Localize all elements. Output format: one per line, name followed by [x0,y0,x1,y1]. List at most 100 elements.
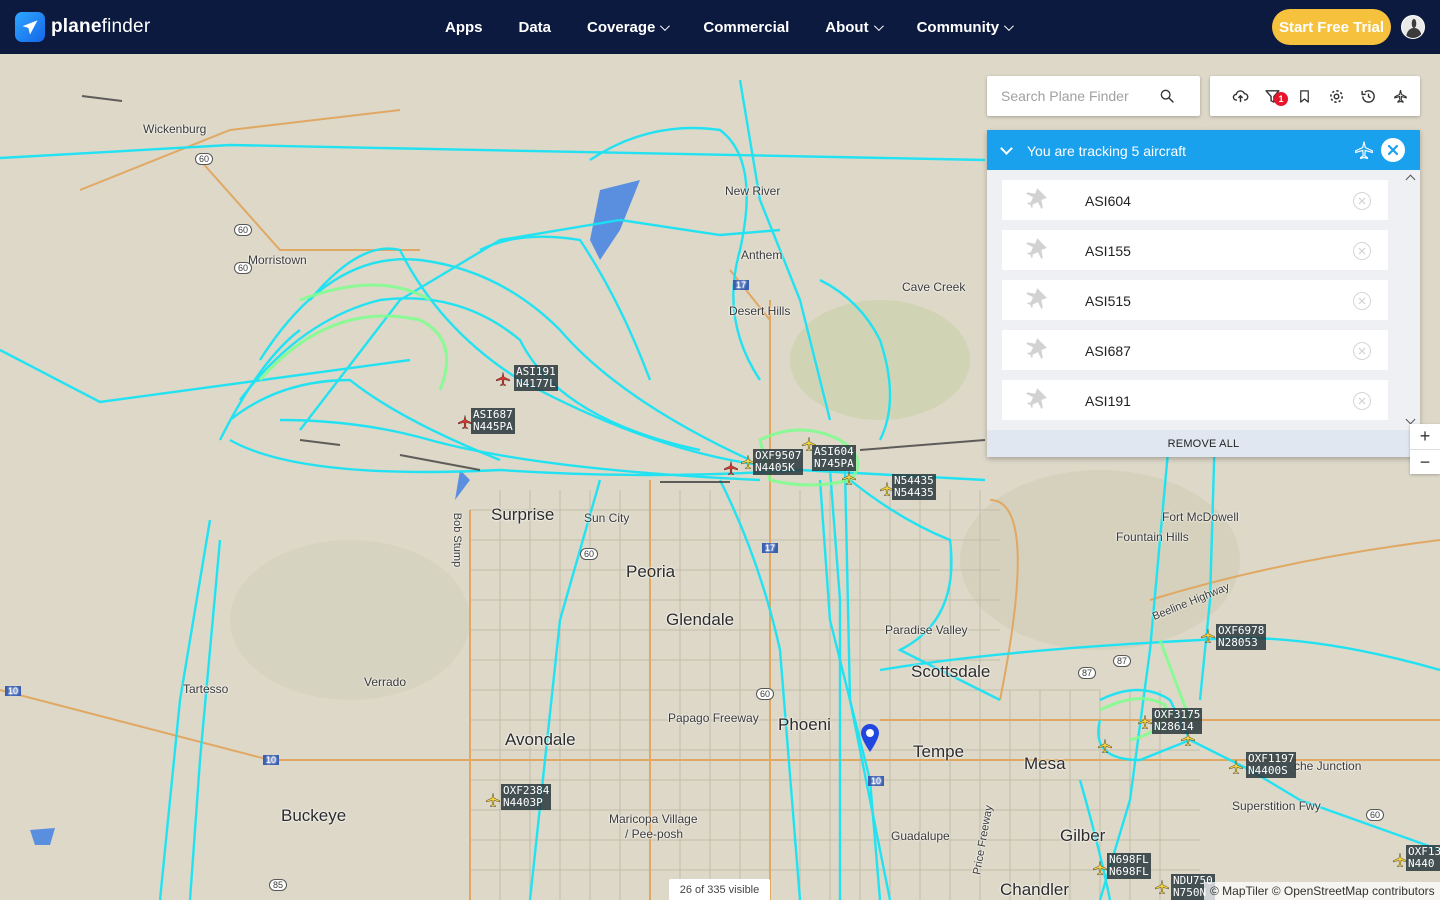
highway-shield: 60 [234,224,253,236]
tracked-aircraft-list: ASI604 ASI155 ASI515 ASI687 ASI191 [987,170,1420,430]
highway-shield: 60 [1366,809,1385,821]
nav-about[interactable]: About [814,19,891,36]
nav-commercial[interactable]: Commercial [692,19,800,36]
map-label-cave-creek: Cave Creek [902,280,966,294]
map-label-new-river: New River [725,184,781,198]
aircraft-registration: N28053 [1218,636,1258,649]
aircraft-registration: N698FL [1109,865,1149,878]
start-free-trial-button[interactable]: Start Free Trial [1272,9,1391,45]
search-input[interactable] [987,77,1157,115]
aircraft-registration: N745PA [814,457,854,470]
map-label-maricopa-village: Maricopa Village [609,812,698,826]
aircraft-tag[interactable]: OXF1197 N4400S [1246,752,1297,778]
aircraft-icon[interactable] [485,792,501,808]
collapse-chevron-icon[interactable] [1000,142,1013,155]
map-label-surprise: Surprise [491,505,555,524]
nav-coverage[interactable]: Coverage [576,19,678,36]
aircraft-icon[interactable] [1092,860,1108,876]
tracked-aircraft-row[interactable]: ASI515 [1002,280,1388,320]
zoom-in-button[interactable]: + [1410,424,1440,449]
filter-button[interactable]: 1 [1256,76,1288,116]
aircraft-icon[interactable] [1137,714,1153,730]
highway-shield: 60 [234,262,253,274]
map-toolbar: 1 [1210,76,1420,116]
aircraft-icon[interactable] [1200,628,1216,644]
aircraft-registration: N4177L [516,377,556,390]
map-label-pee-posh: / Pee-posh [625,827,684,841]
aircraft-icon[interactable] [1097,738,1113,754]
scroll-up-arrow-icon[interactable] [1405,174,1416,185]
aircraft-silhouette-icon [1026,338,1047,359]
map-label-tempe: Tempe [913,742,965,761]
user-avatar[interactable] [1401,15,1425,39]
remove-aircraft-button[interactable] [1353,242,1371,260]
aircraft-tag[interactable]: OXF9507 N4405K [753,449,804,475]
planefinder-logo[interactable]: planefinder [15,12,150,42]
remove-all-button[interactable]: REMOVE ALL [987,430,1420,457]
user-avatar-icon [1402,16,1424,38]
remove-aircraft-button[interactable] [1353,292,1371,310]
interstate-shield: 10 [5,686,22,696]
aircraft-icon[interactable] [1228,759,1244,775]
highway-shield: 60 [756,688,775,700]
map-label-paradise-valley: Paradise Valley [885,623,968,637]
aircraft-tag[interactable]: ASI604 N745PA [812,445,856,471]
aircraft-tag[interactable]: ASI191 N4177L [514,365,558,391]
aircraft-icon[interactable] [723,460,739,476]
scroll-down-arrow-icon[interactable] [1405,414,1416,425]
tracking-title: You are tracking 5 aircraft [1027,143,1187,159]
aircraft-tag[interactable]: N54435 N54435 [892,474,936,500]
nav-apps[interactable]: Apps [434,19,494,36]
remove-aircraft-button[interactable] [1353,192,1371,210]
tracked-aircraft-row[interactable]: ASI155 [1002,230,1388,270]
aircraft-registration: N28614 [1154,720,1194,733]
interstate-shield: 17 [733,280,750,290]
highway-shield: 87 [1113,655,1132,667]
close-icon [1358,397,1366,405]
tracked-aircraft-row[interactable]: ASI687 [1002,330,1388,370]
zoom-out-button[interactable]: − [1410,449,1440,474]
top-navbar: planefinder Apps Data Coverage Commercia… [0,0,1440,54]
cloud-upload-button[interactable] [1224,76,1256,116]
bookmark-button[interactable] [1288,76,1320,116]
aircraft-registration: N54435 [894,486,934,499]
map-label-desert-hills: Desert Hills [729,304,791,318]
chevron-down-icon [660,20,671,31]
aircraft-tag[interactable]: OXF3175 N28614 [1152,708,1203,734]
plane-settings-button[interactable] [1384,76,1416,116]
aircraft-tag[interactable]: N698FL N698FL [1107,853,1151,879]
map-label-anthem: Anthem [741,248,783,262]
location-pin-icon[interactable] [860,723,880,753]
close-panel-button[interactable] [1381,138,1405,162]
map-attribution[interactable]: © MapTiler © OpenStreetMap contributors [1204,882,1440,900]
nav-community[interactable]: Community [906,19,1023,36]
tracking-panel: You are tracking 5 aircraft ASI604 ASI15… [987,130,1420,457]
aircraft-icon[interactable] [495,371,511,387]
zoom-controls: + − [1410,424,1440,474]
close-icon [1358,197,1366,205]
aircraft-tag[interactable]: OXF6978 N28053 [1216,624,1267,650]
aircraft-tag[interactable]: OXF2384 N4403P [501,784,552,810]
settings-button[interactable] [1320,76,1352,116]
panel-scrollbar[interactable] [1403,170,1420,430]
highway-shield: 87 [1078,667,1097,679]
search-icon[interactable] [1159,88,1175,104]
aircraft-tag[interactable]: OXF13 N440 [1406,845,1440,871]
highway-shield: 85 [269,879,288,891]
aircraft-icon[interactable] [841,470,857,486]
history-button[interactable] [1352,76,1384,116]
plane-settings-icon [1393,89,1407,103]
map-label-sun-city: Sun City [584,511,630,525]
nav-data[interactable]: Data [508,19,563,36]
tracked-callsign: ASI191 [1085,393,1131,409]
tracked-callsign: ASI687 [1085,343,1131,359]
tracked-aircraft-row[interactable]: ASI604 [1002,180,1388,220]
remove-aircraft-button[interactable] [1353,392,1371,410]
brand-name: planefinder [51,16,151,37]
aircraft-tag[interactable]: ASI687 N445PA [471,408,515,434]
aircraft-registration: N4405K [755,461,795,474]
remove-aircraft-button[interactable] [1353,342,1371,360]
tracked-aircraft-row[interactable]: ASI191 [1002,380,1388,420]
aircraft-icon[interactable] [1154,879,1170,895]
aircraft-registration: N440 [1408,857,1435,870]
